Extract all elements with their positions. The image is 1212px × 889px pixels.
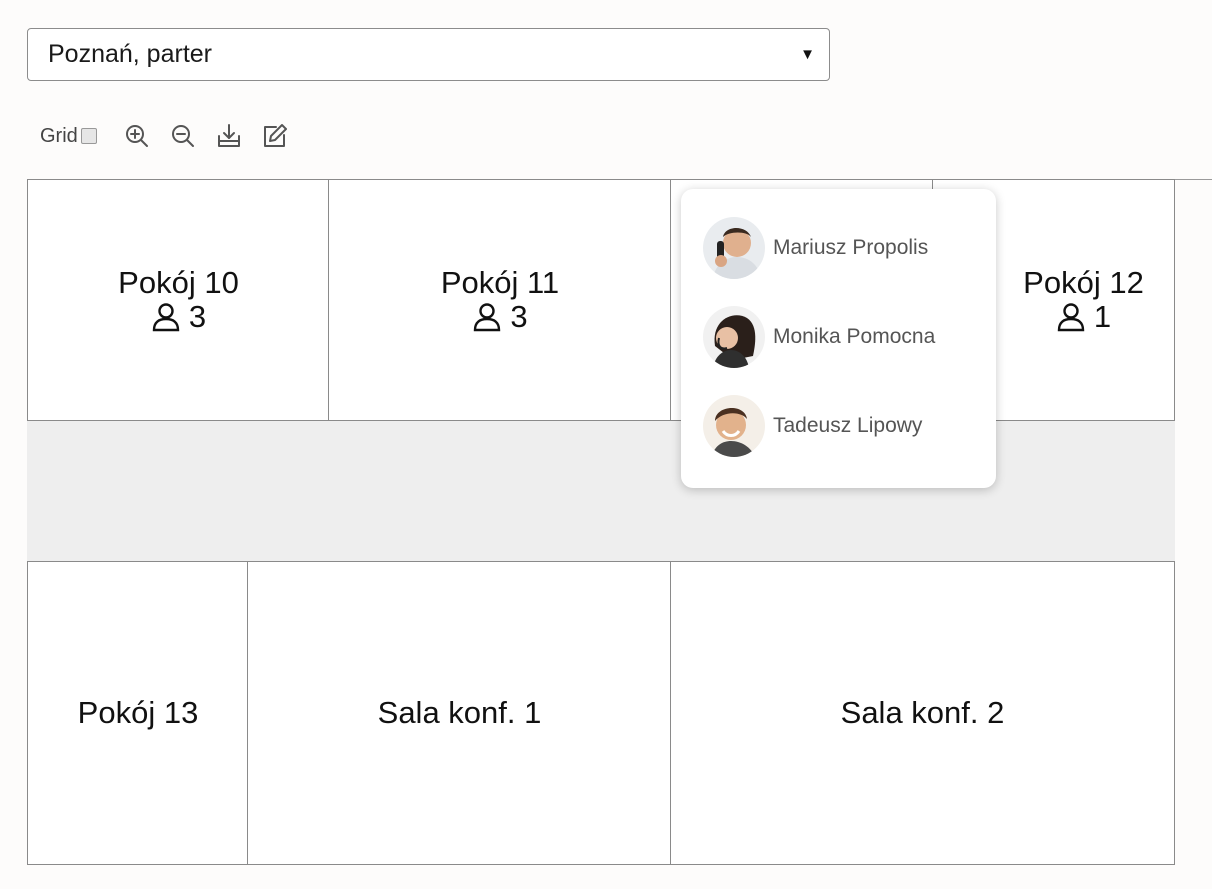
avatar bbox=[703, 395, 765, 457]
toolbar: Grid bbox=[40, 118, 291, 154]
location-select[interactable]: Poznań, parter ▼ bbox=[27, 28, 830, 81]
zoom-in-icon[interactable] bbox=[121, 120, 153, 152]
grid-checkbox[interactable] bbox=[80, 128, 97, 144]
room-name: Pokój 13 bbox=[77, 695, 199, 730]
room-pokoj-11[interactable]: Pokój 11 3 bbox=[328, 179, 672, 421]
room-name: Pokój 10 bbox=[118, 265, 239, 300]
person-icon bbox=[152, 303, 180, 332]
person-icon bbox=[474, 303, 501, 332]
person-icon bbox=[1057, 303, 1085, 332]
person-item[interactable]: Monika Pomocna bbox=[681, 306, 996, 368]
room-name: Sala konf. 2 bbox=[840, 695, 1005, 730]
room-occupancy: 3 bbox=[472, 299, 528, 334]
location-select-value: Poznań, parter bbox=[48, 40, 212, 68]
room-occupancy-count: 3 bbox=[188, 299, 207, 334]
room-name: Pokój 11 bbox=[440, 265, 560, 300]
edit-icon[interactable] bbox=[259, 120, 291, 152]
person-name: Tadeusz Lipowy bbox=[773, 414, 923, 437]
room-occupancy-count: 1 bbox=[1093, 299, 1112, 334]
room-name: Sala konf. 1 bbox=[377, 695, 542, 730]
avatar bbox=[703, 306, 765, 368]
occupants-popup: Mariusz Propolis Monika Pomocna Tadeusz … bbox=[681, 189, 996, 488]
room-occupancy: 1 bbox=[1056, 300, 1111, 334]
grid-label: Grid bbox=[40, 124, 78, 147]
room-sala-konf-2[interactable]: Sala konf. 2 bbox=[670, 561, 1175, 865]
download-icon[interactable] bbox=[213, 120, 245, 152]
room-pokoj-10[interactable]: Pokój 10 3 bbox=[27, 179, 330, 421]
person-item[interactable]: Mariusz Propolis bbox=[681, 217, 996, 279]
person-name: Mariusz Propolis bbox=[773, 236, 929, 259]
person-name: Monika Pomocna bbox=[773, 325, 936, 348]
room-name: Pokój 12 bbox=[1023, 265, 1144, 300]
person-item[interactable]: Tadeusz Lipowy bbox=[681, 395, 996, 457]
room-pokoj-13[interactable]: Pokój 13 bbox=[27, 561, 249, 865]
zoom-out-icon[interactable] bbox=[167, 120, 199, 152]
corridor bbox=[27, 420, 1175, 561]
dropdown-arrow-icon: ▼ bbox=[800, 46, 815, 63]
room-occupancy-count: 3 bbox=[510, 299, 528, 334]
room-occupancy: 3 bbox=[151, 300, 206, 334]
avatar bbox=[703, 217, 765, 279]
room-sala-konf-1[interactable]: Sala konf. 1 bbox=[247, 561, 672, 865]
